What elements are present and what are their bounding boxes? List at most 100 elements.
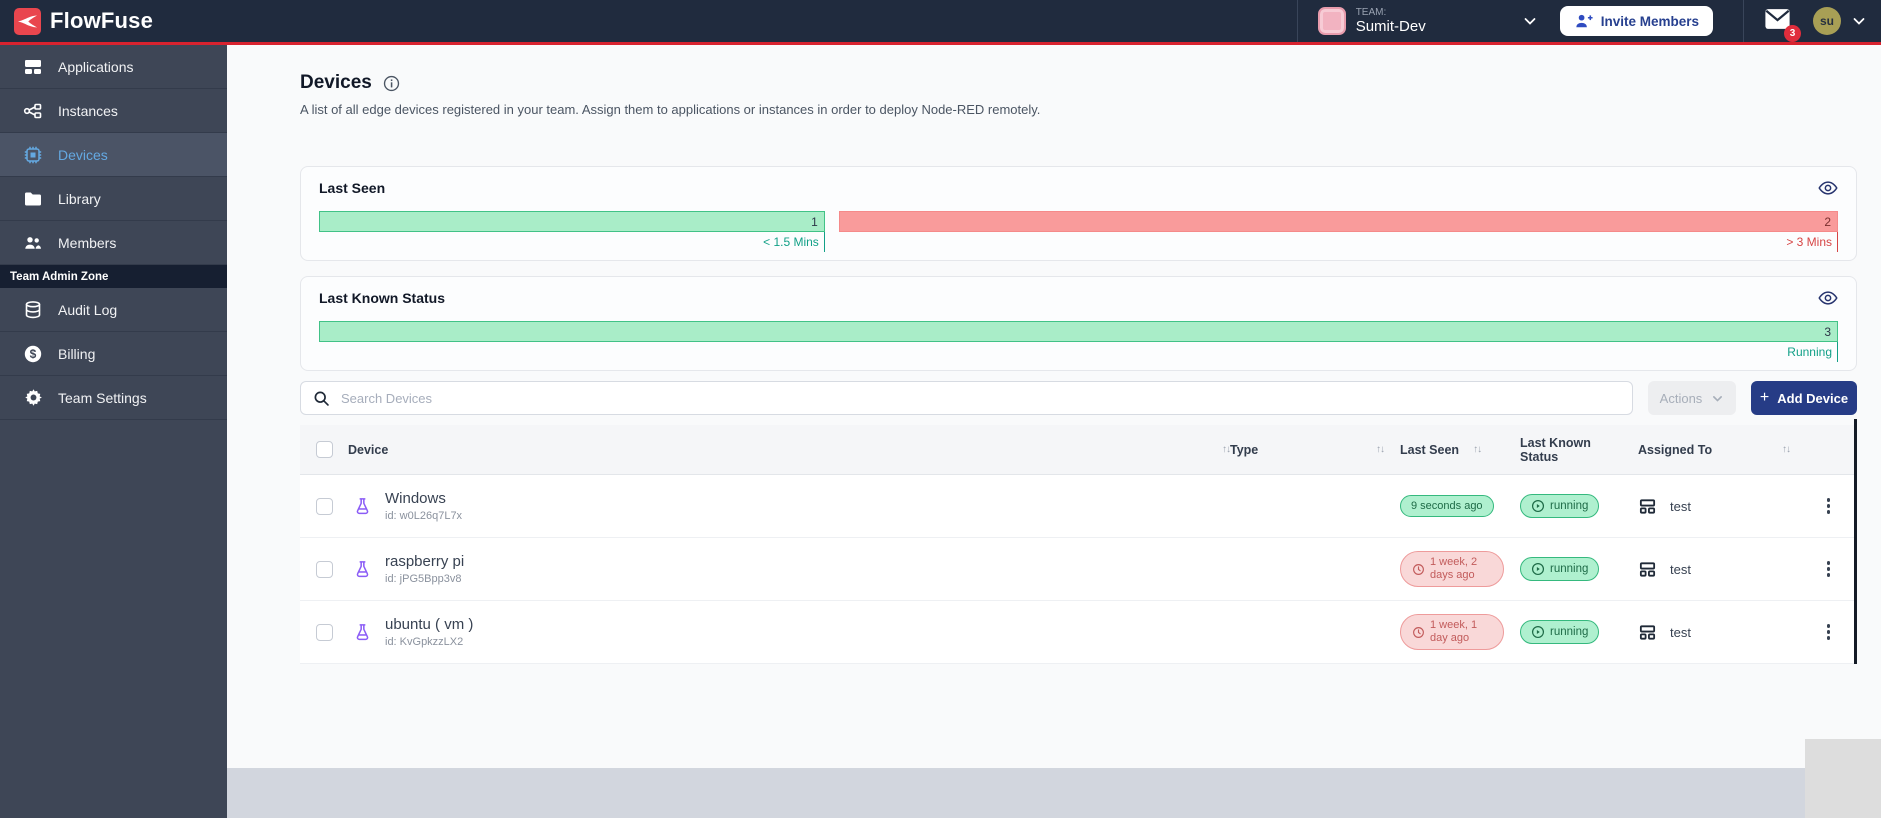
- table-header-row: Device ↑↓ Type ↑↓ Last Seen ↑↓ Last Know…: [300, 425, 1857, 475]
- last-known-status-panel: Last Known Status 3 Running: [300, 276, 1857, 371]
- row-checkbox[interactable]: [315, 497, 333, 515]
- chevron-down-icon: [1713, 395, 1723, 402]
- add-device-button[interactable]: + Add Device: [1751, 381, 1857, 415]
- sidebar-item-label: Billing: [58, 345, 96, 362]
- sidebar-item-instances[interactable]: Instances: [0, 89, 227, 133]
- sidebar: Applications Instances Devices Library M…: [0, 45, 227, 818]
- table-row[interactable]: raspberry pi id: jPG5Bpp3v8 1 week, 2 da…: [300, 538, 1857, 601]
- user-avatar[interactable]: su: [1813, 7, 1841, 35]
- application-icon: [1639, 624, 1656, 640]
- team-label: TEAM:: [1355, 7, 1387, 18]
- actions-button[interactable]: Actions: [1648, 381, 1736, 415]
- device-name: ubuntu ( vm ): [385, 616, 474, 633]
- last-seen-segment-stale: 2 > 3 Mins: [838, 211, 1838, 252]
- user-plus-icon: [1576, 14, 1593, 27]
- row-checkbox[interactable]: [315, 560, 333, 578]
- invite-members-button[interactable]: Invite Members: [1559, 6, 1713, 36]
- bottom-strip: [227, 768, 1805, 818]
- user-menu-chevron-icon[interactable]: [1851, 13, 1867, 29]
- sidebar-item-team-settings[interactable]: Team Settings: [0, 376, 227, 420]
- clock-icon: [1413, 563, 1424, 575]
- sidebar-item-applications[interactable]: Applications: [0, 45, 227, 89]
- devices-table: Device ↑↓ Type ↑↓ Last Seen ↑↓ Last Know…: [300, 419, 1857, 664]
- table-scrollbar[interactable]: [1854, 419, 1857, 664]
- brand-name: FlowFuse: [50, 8, 154, 33]
- flask-icon: [356, 623, 369, 640]
- sidebar-item-members[interactable]: Members: [0, 221, 227, 265]
- last-seen-badge: 1 week, 2 days ago: [1400, 551, 1504, 587]
- sidebar-item-label: Devices: [58, 146, 108, 163]
- chevron-down-icon: [1524, 18, 1536, 25]
- bar-label: < 1.5 Mins: [319, 232, 825, 252]
- application-icon: [1639, 498, 1656, 514]
- accent-divider: [0, 42, 1881, 45]
- search-icon: [314, 391, 329, 406]
- bar-value: 3: [319, 321, 1838, 342]
- team-avatar: [1317, 7, 1346, 35]
- col-header-last-known-status: Last Known Status: [1520, 435, 1591, 464]
- col-header-device: Device: [348, 442, 389, 457]
- sidebar-item-library[interactable]: Library: [0, 177, 227, 221]
- kebab-menu-icon[interactable]: [1823, 620, 1835, 644]
- table-row[interactable]: ubuntu ( vm ) id: KvGpkzzLX2 1 week, 1 d…: [300, 601, 1857, 664]
- sidebar-item-audit-log[interactable]: Audit Log: [0, 288, 227, 332]
- bar-label: > 3 Mins: [839, 232, 1838, 252]
- table-row[interactable]: Windows id: w0L26q7L7x 9 seconds ago run…: [300, 475, 1857, 538]
- last-seen-badge: 9 seconds ago: [1400, 495, 1494, 517]
- kebab-menu-icon[interactable]: [1823, 557, 1835, 581]
- sidebar-item-label: Team Settings: [58, 389, 147, 406]
- assigned-to[interactable]: test: [1670, 499, 1691, 514]
- play-circle-icon: [1531, 562, 1545, 576]
- bar-value: 2: [838, 211, 1838, 232]
- kebab-menu-icon[interactable]: [1823, 494, 1835, 518]
- play-circle-icon: [1531, 625, 1545, 639]
- sidebar-item-label: Audit Log: [58, 301, 118, 318]
- team-name: Sumit-Dev: [1355, 18, 1426, 35]
- sort-icon[interactable]: ↑↓: [1473, 444, 1482, 455]
- status-badge: running: [1520, 620, 1600, 644]
- flask-icon: [356, 497, 369, 514]
- team-admin-zone-header: Team Admin Zone: [0, 265, 227, 288]
- sort-icon[interactable]: ↑↓: [1222, 444, 1231, 455]
- team-selector[interactable]: TEAM: Sumit-Dev: [1312, 7, 1544, 35]
- sidebar-item-label: Library: [58, 190, 101, 207]
- sidebar-item-billing[interactable]: $ Billing: [0, 332, 227, 376]
- notification-count-badge: 3: [1784, 24, 1801, 42]
- members-icon: [23, 233, 43, 253]
- audit-log-icon: [23, 300, 43, 320]
- actions-label: Actions: [1659, 390, 1703, 406]
- clock-icon: [1413, 626, 1424, 638]
- eye-icon[interactable]: [1818, 180, 1838, 196]
- col-header-type: Type: [1230, 442, 1259, 457]
- page-title: Devices: [300, 72, 372, 93]
- select-all-checkbox[interactable]: [315, 441, 333, 458]
- flask-icon: [356, 560, 369, 577]
- search-box: [300, 381, 1633, 415]
- plus-icon: +: [1759, 389, 1770, 406]
- sort-icon[interactable]: ↑↓: [1782, 444, 1791, 455]
- applications-icon: [23, 57, 43, 77]
- sort-icon[interactable]: ↑↓: [1376, 444, 1385, 455]
- page-description: A list of all edge devices registered in…: [300, 102, 1041, 117]
- flowfuse-logo[interactable]: FlowFuse: [14, 7, 154, 35]
- info-icon[interactable]: [383, 75, 400, 92]
- assigned-to[interactable]: test: [1670, 562, 1691, 577]
- status-panel-title: Last Known Status: [319, 290, 446, 306]
- sidebar-item-label: Instances: [58, 102, 118, 119]
- col-header-assigned-to: Assigned To: [1638, 442, 1713, 457]
- status-segment-running: 3 Running: [319, 321, 1838, 362]
- notifications-button[interactable]: 3: [1764, 8, 1801, 42]
- device-name: raspberry pi: [385, 553, 465, 570]
- library-icon: [23, 189, 43, 209]
- bottom-corner: [1805, 739, 1881, 818]
- bar-label: Running: [319, 342, 1838, 362]
- search-input[interactable]: [341, 390, 1620, 406]
- eye-icon[interactable]: [1818, 290, 1838, 306]
- assigned-to[interactable]: test: [1670, 625, 1691, 640]
- sidebar-item-devices[interactable]: Devices: [0, 133, 227, 177]
- add-device-label: Add Device: [1777, 390, 1849, 406]
- play-circle-icon: [1531, 499, 1545, 513]
- row-checkbox[interactable]: [315, 623, 333, 641]
- last-seen-panel-title: Last Seen: [319, 180, 386, 196]
- status-badge: running: [1520, 494, 1600, 518]
